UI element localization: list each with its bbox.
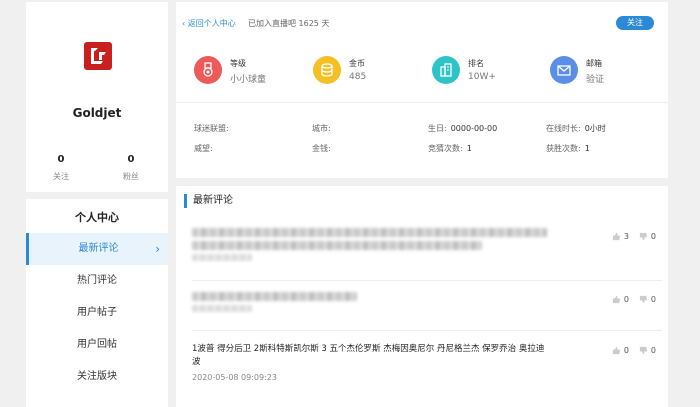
badge-title: 排名 — [468, 59, 484, 68]
fans-count: 0 — [127, 154, 135, 165]
badge-value: 10W+ — [468, 72, 496, 82]
nav-item-label: 热门评论 — [77, 275, 117, 286]
following-stat[interactable]: 0 关注 — [26, 154, 96, 182]
comment-item[interactable]: 1波普 得分后卫 2斯科特斯凯尔斯 3 五个杰伦罗斯 杰梅因奥尼尔 丹尼格兰杰 … — [192, 343, 662, 382]
comment-reactions: 3 0 — [612, 232, 656, 241]
user-avatar-logo[interactable] — [84, 42, 112, 70]
comment-text: 1波普 得分后卫 2斯科特斯凯尔斯 3 五个杰伦罗斯 杰梅因奥尼尔 丹尼格兰杰 … — [192, 344, 545, 367]
comment-time: 2020-05-08 09:09:23 — [192, 373, 277, 382]
comment-item[interactable] — [192, 228, 662, 265]
birthday-info: 生日: 0000-00-00 — [428, 124, 498, 133]
coins-icon — [313, 56, 341, 84]
chevron-right-icon: › — [155, 242, 160, 256]
thumbs-up-icon — [612, 295, 620, 304]
building-icon — [432, 56, 460, 84]
blurred-comment-text — [192, 241, 482, 250]
win-count-info: 获胜次数: 1 — [546, 144, 590, 153]
fan-league-info: 球迷联盟: — [194, 124, 229, 133]
logo-icon — [91, 48, 106, 64]
comment-item[interactable] — [192, 292, 662, 316]
blurred-comment-text — [192, 228, 547, 237]
medal-icon — [194, 56, 222, 84]
nav-item-latest-comments[interactable]: 最新评论 › — [26, 233, 168, 265]
badge-title: 等级 — [230, 59, 246, 68]
like-count: 3 — [623, 232, 629, 241]
back-link-label: 返回个人中心 — [187, 19, 236, 28]
nav-item-label: 用户回帖 — [77, 339, 117, 350]
city-info: 城市: — [312, 124, 331, 133]
fans-stat[interactable]: 0 粉丝 — [96, 154, 166, 182]
like-count: 0 — [623, 346, 629, 355]
profile-card: Goldjet 0 关注 0 粉丝 — [26, 2, 168, 192]
section-title: 最新评论 — [184, 194, 233, 208]
guess-count-info: 竞猜次数: 1 — [428, 144, 472, 153]
badge-value: 485 — [349, 72, 367, 82]
dislike-control[interactable]: 0 — [639, 295, 656, 304]
nav-item-label: 最新评论 — [78, 243, 119, 254]
nav-item-label: 用户帖子 — [77, 307, 117, 318]
dislike-control[interactable]: 0 — [639, 346, 656, 355]
comment-reactions: 0 0 — [612, 295, 656, 304]
nav-item-user-posts[interactable]: 用户帖子 — [26, 297, 168, 329]
level-badge: 等级 小小球童 — [194, 56, 266, 85]
header-divider — [176, 102, 668, 103]
blurred-comment-text — [192, 292, 357, 301]
blurred-comment-time — [192, 254, 252, 261]
thumbs-up-icon — [612, 346, 620, 355]
nav-title: 个人中心 — [75, 211, 119, 224]
thumbs-down-icon — [639, 346, 648, 355]
following-count: 0 — [57, 154, 65, 165]
dislike-count: 0 — [650, 295, 656, 304]
dislike-count: 0 — [650, 232, 656, 241]
nav-item-followed-boards[interactable]: 关注版块 — [26, 361, 168, 393]
username: Goldjet — [72, 106, 122, 120]
email-badge[interactable]: 邮箱 验证 — [550, 56, 604, 85]
joined-days-text: 已加入直播吧 1625 天 — [248, 19, 330, 28]
badge-title: 邮箱 — [586, 59, 602, 68]
latest-comments-section: 最新评论 3 0 0 0 1波普 得分后卫 2斯科特斯凯尔斯 3 五个杰伦罗斯 … — [176, 186, 668, 407]
profile-header: ‹ 返回个人中心 已加入直播吧 1625 天 关注 等级 小小球童 金币 485… — [176, 2, 668, 178]
comment-separator — [192, 330, 662, 331]
nav-item-user-replies[interactable]: 用户回帖 — [26, 329, 168, 361]
badge-value: 小小球童 — [230, 75, 267, 85]
coins-badge: 金币 485 — [313, 56, 366, 84]
fans-label: 粉丝 — [123, 172, 139, 181]
back-to-center-link[interactable]: ‹ 返回个人中心 — [182, 18, 236, 29]
blurred-comment-time — [192, 305, 252, 312]
money-info: 金钱: — [312, 144, 331, 153]
like-control[interactable]: 3 — [612, 232, 629, 241]
mail-icon — [550, 56, 578, 84]
thumbs-down-icon — [639, 295, 648, 304]
nav-item-label: 关注版块 — [77, 371, 117, 382]
thumbs-up-icon — [612, 232, 620, 241]
nav-item-hot-comments[interactable]: 热门评论 — [26, 265, 168, 297]
like-control[interactable]: 0 — [612, 295, 629, 304]
badge-value: 验证 — [586, 75, 605, 85]
badge-title: 金币 — [349, 59, 365, 68]
prestige-info: 威望: — [194, 144, 213, 153]
like-count: 0 — [623, 295, 629, 304]
rank-badge: 排名 10W+ — [432, 56, 496, 84]
comment-separator — [192, 280, 662, 281]
comment-reactions: 0 0 — [612, 346, 656, 355]
personal-center-nav: 个人中心 最新评论 › 热门评论 用户帖子 用户回帖 关注版块 — [26, 199, 168, 407]
dislike-count: 0 — [650, 346, 656, 355]
online-time-info: 在线时长: 0小时 — [546, 124, 606, 133]
like-control[interactable]: 0 — [612, 346, 629, 355]
following-label: 关注 — [53, 172, 69, 181]
follow-button[interactable]: 关注 — [616, 16, 654, 30]
thumbs-down-icon — [639, 232, 648, 241]
dislike-control[interactable]: 0 — [639, 232, 656, 241]
